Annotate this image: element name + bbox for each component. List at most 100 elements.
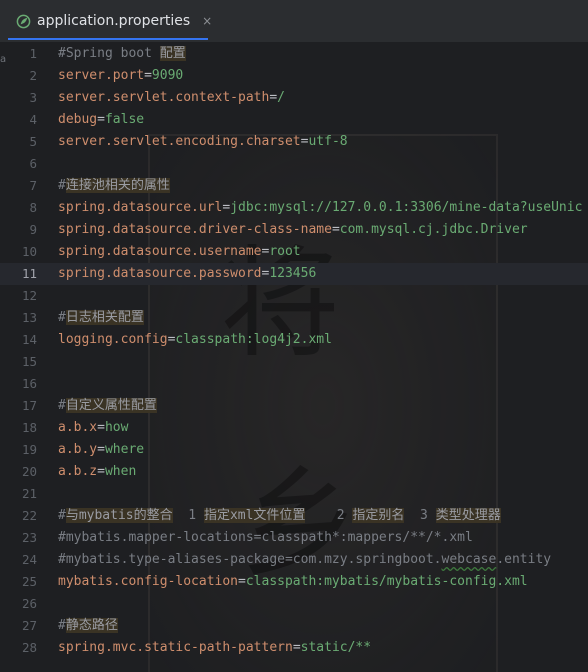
- code-token: spring.datasource.driver-class-name: [58, 222, 332, 237]
- editor-tab-bar: application.properties ×: [0, 0, 588, 43]
- code-token: false: [104, 112, 145, 127]
- code-token: 指定别名: [352, 508, 405, 523]
- code-token: =: [292, 640, 301, 655]
- code-line[interactable]: 7 #连接池相关的属性: [0, 175, 588, 197]
- code-token: 9090: [151, 68, 184, 83]
- code-token: spring.datasource.url: [58, 200, 223, 215]
- line-number: 10: [21, 244, 37, 259]
- code-token: #: [58, 178, 66, 193]
- line-text: #日志相关配置: [58, 307, 144, 329]
- line-number: 3: [29, 90, 37, 105]
- line-number: 18: [21, 420, 37, 435]
- code-token: 2: [305, 508, 353, 523]
- code-token: classpath:log4j2.xml: [175, 332, 332, 347]
- line-number: 28: [21, 640, 37, 655]
- code-line[interactable]: 3 server.servlet.context-path=/: [0, 87, 588, 109]
- code-line[interactable]: 8 spring.datasource.url=jdbc:mysql://127.…: [0, 197, 588, 219]
- line-number: 25: [21, 574, 37, 589]
- code-line[interactable]: 21: [0, 483, 588, 505]
- code-line[interactable]: 16: [0, 373, 588, 395]
- line-number: 14: [21, 332, 37, 347]
- code-token: logging.config: [58, 332, 168, 347]
- code-token: #: [58, 618, 66, 633]
- close-icon[interactable]: ×: [202, 14, 212, 28]
- code-token: 配置: [159, 46, 186, 61]
- code-line[interactable]: 15: [0, 351, 588, 373]
- code-token: com.mysql.cj.jdbc.Driver: [339, 222, 528, 237]
- code-token: #: [58, 508, 66, 523]
- code-line[interactable]: 23 #mybatis.mapper-locations=classpath*:m…: [0, 527, 588, 549]
- code-token: =: [144, 68, 152, 83]
- code-line[interactable]: 14 logging.config=classpath:log4j2.xml: [0, 329, 588, 351]
- code-line[interactable]: 17 #自定义属性配置: [0, 395, 588, 417]
- line-number: 17: [21, 398, 37, 413]
- code-line[interactable]: 5 server.servlet.encoding.charset=utf-8: [0, 131, 588, 153]
- code-line[interactable]: 10 spring.datasource.username=root: [0, 241, 588, 263]
- code-line[interactable]: 9 spring.datasource.driver-class-name=com…: [0, 219, 588, 241]
- line-number: 8: [29, 200, 37, 215]
- code-token: a.b.x: [58, 420, 98, 435]
- code-line[interactable]: 22 #与mybatis的整合 1 指定xml文件位置 2 指定别名 3 类型处理…: [0, 505, 588, 527]
- line-number: 22: [21, 508, 37, 523]
- line-text: spring.datasource.driver-class-name=com.…: [58, 219, 528, 241]
- code-line[interactable]: 20 a.b.z=when: [0, 461, 588, 483]
- tab-application-properties[interactable]: application.properties ×: [8, 4, 212, 40]
- code-line[interactable]: 27 #静态路径: [0, 615, 588, 637]
- line-number: 20: [21, 464, 37, 479]
- line-text: spring.mvc.static-path-pattern=static/**: [58, 637, 371, 659]
- code-line[interactable]: 11 spring.datasource.password=123456: [0, 263, 588, 285]
- code-line[interactable]: 18 a.b.x=how: [0, 417, 588, 439]
- code-token: a.b.z: [58, 464, 98, 479]
- code-token: =: [269, 90, 278, 105]
- code-token: how: [104, 420, 129, 435]
- line-text: debug=false: [58, 109, 144, 131]
- line-text: mybatis.config-location=classpath:mybati…: [58, 571, 528, 593]
- code-line[interactable]: 12: [0, 285, 588, 307]
- line-text: spring.datasource.url=jdbc:mysql://127.0…: [58, 197, 582, 219]
- code-line[interactable]: 28 spring.mvc.static-path-pattern=static/…: [0, 637, 588, 659]
- code-token: 连接池相关的属性: [65, 178, 170, 193]
- code-token: mybatis.config-location: [58, 574, 239, 589]
- code-line[interactable]: 2 server.port=9090: [0, 65, 588, 87]
- code-token: server.servlet.encoding.charset: [58, 134, 301, 149]
- line-text: #Spring boot 配置: [58, 43, 186, 65]
- line-text: a.b.z=when: [58, 461, 136, 483]
- line-text: server.servlet.encoding.charset=utf-8: [58, 131, 348, 153]
- code-token: 123456: [269, 266, 317, 281]
- code-token: #: [58, 398, 66, 413]
- line-text: a.b.y=where: [58, 439, 144, 461]
- code-token: =: [97, 442, 105, 457]
- line-text: logging.config=classpath:log4j2.xml: [58, 329, 332, 351]
- line-text: server.port=9090: [58, 65, 183, 87]
- code-token: /: [277, 90, 285, 105]
- line-text: #连接池相关的属性: [58, 175, 170, 197]
- code-line[interactable]: 25 mybatis.config-location=classpath:myba…: [0, 571, 588, 593]
- code-token: 静态路径: [65, 618, 118, 633]
- code-token: utf-8: [308, 134, 348, 149]
- line-text: #静态路径: [58, 615, 118, 637]
- line-number: 13: [21, 310, 37, 325]
- code-token: spring.mvc.static-path-pattern: [58, 640, 293, 655]
- line-number: 27: [21, 618, 37, 633]
- spring-leaf-icon: [16, 13, 31, 29]
- code-token: spring.datasource.password: [58, 266, 262, 281]
- code-token: webcase: [441, 552, 497, 567]
- code-token: spring.datasource.username: [58, 244, 262, 259]
- line-number: 5: [29, 134, 37, 149]
- code-token: =: [97, 112, 105, 127]
- code-token: =: [331, 222, 340, 237]
- code-line[interactable]: 6: [0, 153, 588, 175]
- line-number: 4: [29, 112, 37, 127]
- code-line[interactable]: 4 debug=false: [0, 109, 588, 131]
- code-line[interactable]: 24 #mybatis.type-aliases-package=com.mzy.…: [0, 549, 588, 571]
- code-token: server.port: [58, 68, 145, 83]
- code-token: #Spring boot: [58, 46, 160, 61]
- line-number: 2: [29, 68, 37, 83]
- line-number: 7: [29, 178, 37, 193]
- code-line[interactable]: 13 #日志相关配置: [0, 307, 588, 329]
- code-line[interactable]: 26: [0, 593, 588, 615]
- code-editor[interactable]: 将 乡 1 #Spring boot 配置 2 server.port=9090 3 se…: [0, 42, 588, 672]
- code-line[interactable]: 19 a.b.y=where: [0, 439, 588, 461]
- code-line[interactable]: 1 #Spring boot 配置: [0, 43, 588, 65]
- code-token: static/**: [300, 640, 372, 655]
